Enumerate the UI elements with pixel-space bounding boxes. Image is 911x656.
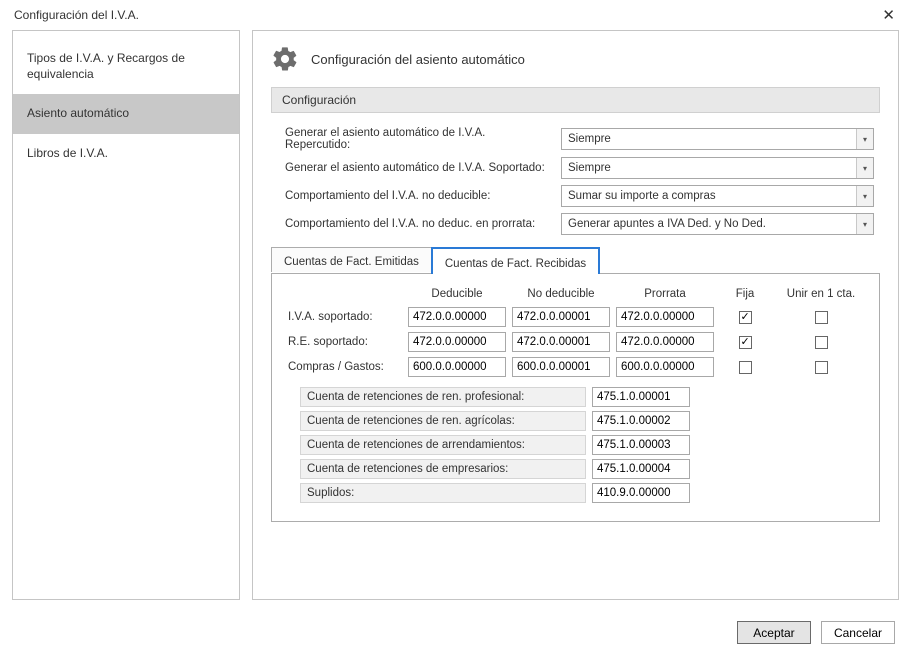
input-ret-empresarios[interactable] bbox=[592, 459, 690, 479]
checkbox-iva-sop-fija[interactable] bbox=[739, 311, 752, 324]
col-header-fija: Fija bbox=[720, 288, 770, 302]
row-label-re-soportado: R.E. soportado: bbox=[286, 336, 402, 348]
nav-item-libros-iva[interactable]: Libros de I.V.A. bbox=[13, 134, 239, 174]
gear-icon bbox=[271, 45, 299, 73]
input-re-sop-ded[interactable] bbox=[408, 332, 506, 352]
close-icon[interactable]: ✕ bbox=[876, 6, 901, 25]
accept-button[interactable]: Aceptar bbox=[737, 621, 811, 644]
chevron-down-icon: ▾ bbox=[856, 214, 873, 234]
input-re-sop-pro[interactable] bbox=[616, 332, 714, 352]
label-ret-arrendamientos: Cuenta de retenciones de arrendamientos: bbox=[300, 435, 586, 455]
nav-item-tipos-iva[interactable]: Tipos de I.V.A. y Recargos de equivalenc… bbox=[13, 39, 239, 94]
input-compras-noded[interactable] bbox=[512, 357, 610, 377]
side-nav: Tipos de I.V.A. y Recargos de equivalenc… bbox=[12, 30, 240, 600]
input-compras-ded[interactable] bbox=[408, 357, 506, 377]
label-iva-no-deducible: Comportamiento del I.V.A. no deducible: bbox=[285, 190, 553, 202]
select-iva-no-deduc-prorrata[interactable]: Generar apuntes a IVA Ded. y No Ded. ▾ bbox=[561, 213, 874, 235]
tab-fact-recibidas[interactable]: Cuentas de Fact. Recibidas bbox=[431, 247, 600, 274]
cancel-button[interactable]: Cancelar bbox=[821, 621, 895, 644]
tab-fact-emitidas[interactable]: Cuentas de Fact. Emitidas bbox=[271, 247, 432, 272]
col-header-deducible: Deducible bbox=[408, 288, 506, 302]
select-value: Generar apuntes a IVA Ded. y No Ded. bbox=[568, 218, 766, 230]
window-title: Configuración del I.V.A. bbox=[14, 8, 139, 22]
page-title: Configuración del asiento automático bbox=[311, 52, 525, 67]
input-iva-sop-ded[interactable] bbox=[408, 307, 506, 327]
input-re-sop-noded[interactable] bbox=[512, 332, 610, 352]
label-iva-soportado: Generar el asiento automático de I.V.A. … bbox=[285, 162, 553, 174]
checkbox-compras-fija[interactable] bbox=[739, 361, 752, 374]
main-panel: Configuración del asiento automático Con… bbox=[252, 30, 899, 600]
row-label-compras-gastos: Compras / Gastos: bbox=[286, 361, 402, 373]
input-iva-sop-pro[interactable] bbox=[616, 307, 714, 327]
label-ret-profesional: Cuenta de retenciones de ren. profesiona… bbox=[300, 387, 586, 407]
select-value: Sumar su importe a compras bbox=[568, 190, 716, 202]
col-header-unir: Unir en 1 cta. bbox=[776, 288, 866, 302]
label-suplidos: Suplidos: bbox=[300, 483, 586, 503]
nav-item-asiento-automatico[interactable]: Asiento automático bbox=[13, 94, 239, 134]
input-compras-pro[interactable] bbox=[616, 357, 714, 377]
row-label-iva-soportado: I.V.A. soportado: bbox=[286, 311, 402, 323]
select-value: Siempre bbox=[568, 133, 611, 145]
checkbox-re-sop-unir[interactable] bbox=[815, 336, 828, 349]
tab-content: Deducible No deducible Prorrata Fija Uni… bbox=[271, 273, 880, 522]
select-iva-soportado[interactable]: Siempre ▾ bbox=[561, 157, 874, 179]
select-iva-repercutido[interactable]: Siempre ▾ bbox=[561, 128, 874, 150]
select-value: Siempre bbox=[568, 162, 611, 174]
checkbox-compras-unir[interactable] bbox=[815, 361, 828, 374]
col-header-no-deducible: No deducible bbox=[512, 288, 610, 302]
chevron-down-icon: ▾ bbox=[856, 186, 873, 206]
label-iva-repercutido: Generar el asiento automático de I.V.A. … bbox=[285, 127, 553, 151]
col-header-prorrata: Prorrata bbox=[616, 288, 714, 302]
checkbox-re-sop-fija[interactable] bbox=[739, 336, 752, 349]
input-ret-agricolas[interactable] bbox=[592, 411, 690, 431]
label-iva-no-deduc-prorrata: Comportamiento del I.V.A. no deduc. en p… bbox=[285, 218, 553, 230]
checkbox-iva-sop-unir[interactable] bbox=[815, 311, 828, 324]
input-ret-arrendamientos[interactable] bbox=[592, 435, 690, 455]
chevron-down-icon: ▾ bbox=[856, 158, 873, 178]
group-header-configuracion: Configuración bbox=[271, 87, 880, 113]
input-iva-sop-noded[interactable] bbox=[512, 307, 610, 327]
select-iva-no-deducible[interactable]: Sumar su importe a compras ▾ bbox=[561, 185, 874, 207]
input-ret-profesional[interactable] bbox=[592, 387, 690, 407]
label-ret-empresarios: Cuenta de retenciones de empresarios: bbox=[300, 459, 586, 479]
label-ret-agricolas: Cuenta de retenciones de ren. agrícolas: bbox=[300, 411, 586, 431]
input-suplidos[interactable] bbox=[592, 483, 690, 503]
chevron-down-icon: ▾ bbox=[856, 129, 873, 149]
